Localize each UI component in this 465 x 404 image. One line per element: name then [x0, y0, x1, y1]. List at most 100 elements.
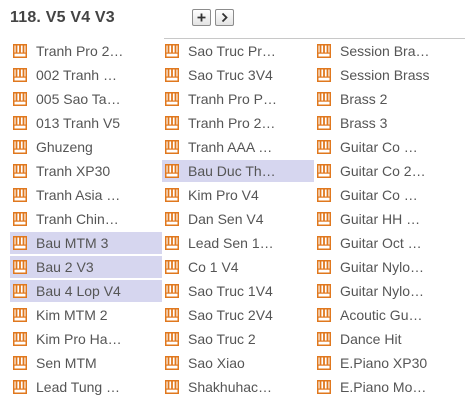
- voice-label: Bau 2 V3: [36, 259, 94, 275]
- voice-list-item[interactable]: E.Piano Mo…: [314, 376, 465, 398]
- voice-list-item[interactable]: Sen MTM: [10, 352, 162, 374]
- voice-label: Guitar Nylo…: [340, 283, 425, 299]
- voice-label: Tranh Asia …: [36, 187, 121, 203]
- voice-label: Kim MTM 2: [36, 307, 108, 323]
- voice-list-item[interactable]: Sao Truc 2: [162, 328, 314, 350]
- voice-label: Tranh Pro 2…: [36, 43, 124, 59]
- plus-icon: [197, 13, 206, 22]
- voice-label: Brass 3: [340, 115, 388, 131]
- voice-list-item[interactable]: Sao Truc Pr…: [162, 40, 314, 62]
- voice-label: Tranh Pro P…: [188, 91, 277, 107]
- voice-list-item[interactable]: Tranh Pro 2…: [10, 40, 162, 62]
- voice-list-item[interactable]: Guitar Co 2…: [314, 160, 465, 182]
- voice-label: Sao Truc 1V4: [188, 283, 273, 299]
- voice-label: Guitar Oct …: [340, 235, 422, 251]
- voice-label: Tranh Chin…: [36, 211, 119, 227]
- voice-list-item[interactable]: E.Piano XP30: [314, 352, 465, 374]
- voice-label: Kim Pro Ha…: [36, 331, 122, 347]
- voice-list-item[interactable]: Tranh Chin…: [10, 208, 162, 230]
- voice-label: Guitar HH …: [340, 211, 421, 227]
- voice-label: Session Brass: [340, 67, 430, 83]
- voice-label: E.Piano XP30: [340, 355, 428, 371]
- voice-list-item[interactable]: Acoutic Gu…: [314, 304, 465, 326]
- voice-label: Tranh XP30: [36, 163, 111, 179]
- voice-list-item[interactable]: Guitar Nylo…: [314, 256, 465, 278]
- voice-list-item[interactable]: Brass 3: [314, 112, 465, 134]
- voice-label: Session Bra…: [340, 43, 430, 59]
- voice-label: Dance Hit: [340, 331, 402, 347]
- voice-list-item[interactable]: Guitar Oct …: [314, 232, 465, 254]
- voice-list-item[interactable]: Session Brass: [314, 64, 465, 86]
- voice-list-item[interactable]: Lead Sen 1…: [162, 232, 314, 254]
- voice-list-item[interactable]: Kim MTM 2: [10, 304, 162, 326]
- add-button[interactable]: [192, 9, 211, 26]
- voice-list-item[interactable]: Guitar Nylo…: [314, 280, 465, 302]
- voice-label: Bau Duc Th…: [188, 163, 276, 179]
- voice-list-item[interactable]: Kim Pro Ha…: [10, 328, 162, 350]
- voice-label: Guitar Nylo…: [340, 259, 425, 275]
- voice-list-item[interactable]: Guitar Co …: [314, 184, 465, 206]
- header-divider: [164, 38, 465, 39]
- voice-label: Ghuzeng: [36, 139, 93, 155]
- voice-list-item[interactable]: Guitar Co …: [314, 136, 465, 158]
- voice-list-item[interactable]: Co 1 V4: [162, 256, 314, 278]
- voice-list-item[interactable]: Sao Truc 3V4: [162, 64, 314, 86]
- voice-list-item[interactable]: Ghuzeng: [10, 136, 162, 158]
- voice-label: Lead Sen 1…: [188, 235, 274, 251]
- voice-list-item[interactable]: Tranh Pro 2…: [162, 112, 314, 134]
- voice-list-item[interactable]: Bau 4 Lop V4: [10, 280, 162, 302]
- voice-list-item[interactable]: Bau MTM 3: [10, 232, 162, 254]
- voice-label: 005 Sao Ta…: [36, 91, 121, 107]
- voice-list-item[interactable]: Sao Truc 1V4: [162, 280, 314, 302]
- voice-label: Guitar Co …: [340, 187, 418, 203]
- voice-label: Sao Xiao: [188, 355, 245, 371]
- voice-list-item[interactable]: 002 Tranh …: [10, 64, 162, 86]
- voice-label: Shakhuhac…: [188, 379, 273, 395]
- voice-label: Tranh Pro 2…: [188, 115, 276, 131]
- voice-list-item[interactable]: Kim Pro V4: [162, 184, 314, 206]
- voice-column-3: Session Bra… Session Brass Brass 2 Brass 3 G…: [314, 40, 465, 400]
- voice-column-2: Sao Truc Pr… Sao Truc 3V4 Tranh Pro P… Tran…: [162, 40, 314, 400]
- voice-list-item[interactable]: Brass 2: [314, 88, 465, 110]
- voice-list-item[interactable]: Sao Xiao: [162, 352, 314, 374]
- next-button[interactable]: [215, 9, 234, 26]
- voice-list-item[interactable]: Tranh AAA …: [162, 136, 314, 158]
- voice-list-item[interactable]: Session Bra…: [314, 40, 465, 62]
- voice-label: Bau 4 Lop V4: [36, 283, 121, 299]
- voice-list-item[interactable]: Tranh Pro P…: [162, 88, 314, 110]
- voice-label: Bau MTM 3: [36, 235, 109, 251]
- voice-label: Sen MTM: [36, 355, 97, 371]
- voice-list-item[interactable]: Lead Tung …: [10, 376, 162, 398]
- voice-label: Acoutic Gu…: [340, 307, 423, 323]
- voice-column-1: Tranh Pro 2… 002 Tranh … 005 Sao Ta… 013 Tr…: [10, 40, 162, 400]
- voice-label: Kim Pro V4: [188, 187, 259, 203]
- voice-list-item[interactable]: Shakhuhac…: [162, 376, 314, 398]
- voice-list-item[interactable]: Tranh Asia …: [10, 184, 162, 206]
- voice-list-item[interactable]: Bau 2 V3: [10, 256, 162, 278]
- voice-label: 002 Tranh …: [36, 67, 117, 83]
- voice-list-item[interactable]: Bau Duc Th…: [162, 160, 314, 182]
- voice-list-item[interactable]: Tranh XP30: [10, 160, 162, 182]
- voice-label: Tranh AAA …: [188, 139, 273, 155]
- voice-label: Sao Truc 2V4: [188, 307, 273, 323]
- voice-label: Brass 2: [340, 91, 388, 107]
- voice-label: Dan Sen V4: [188, 211, 264, 227]
- voice-label: Lead Tung …: [36, 379, 121, 395]
- voice-list-item[interactable]: 013 Tranh V5: [10, 112, 162, 134]
- voice-list-item[interactable]: Guitar HH …: [314, 208, 465, 230]
- voice-label: 013 Tranh V5: [36, 115, 121, 131]
- voice-label: Sao Truc Pr…: [188, 43, 276, 59]
- voice-label: Guitar Co …: [340, 139, 418, 155]
- voice-list-item[interactable]: Dance Hit: [314, 328, 465, 350]
- page-title: 118. V5 V4 V3: [10, 9, 115, 26]
- voice-list-item[interactable]: Dan Sen V4: [162, 208, 314, 230]
- voice-label: Sao Truc 3V4: [188, 67, 273, 83]
- voice-list-item[interactable]: 005 Sao Ta…: [10, 88, 162, 110]
- voice-label: Guitar Co 2…: [340, 163, 426, 179]
- voice-label: Co 1 V4: [188, 259, 239, 275]
- voice-list-item[interactable]: Sao Truc 2V4: [162, 304, 314, 326]
- voice-label: Sao Truc 2: [188, 331, 256, 347]
- voice-label: E.Piano Mo…: [340, 379, 427, 395]
- header-bar: 118. V5 V4 V3: [0, 0, 465, 38]
- chevron-right-icon: [221, 12, 228, 23]
